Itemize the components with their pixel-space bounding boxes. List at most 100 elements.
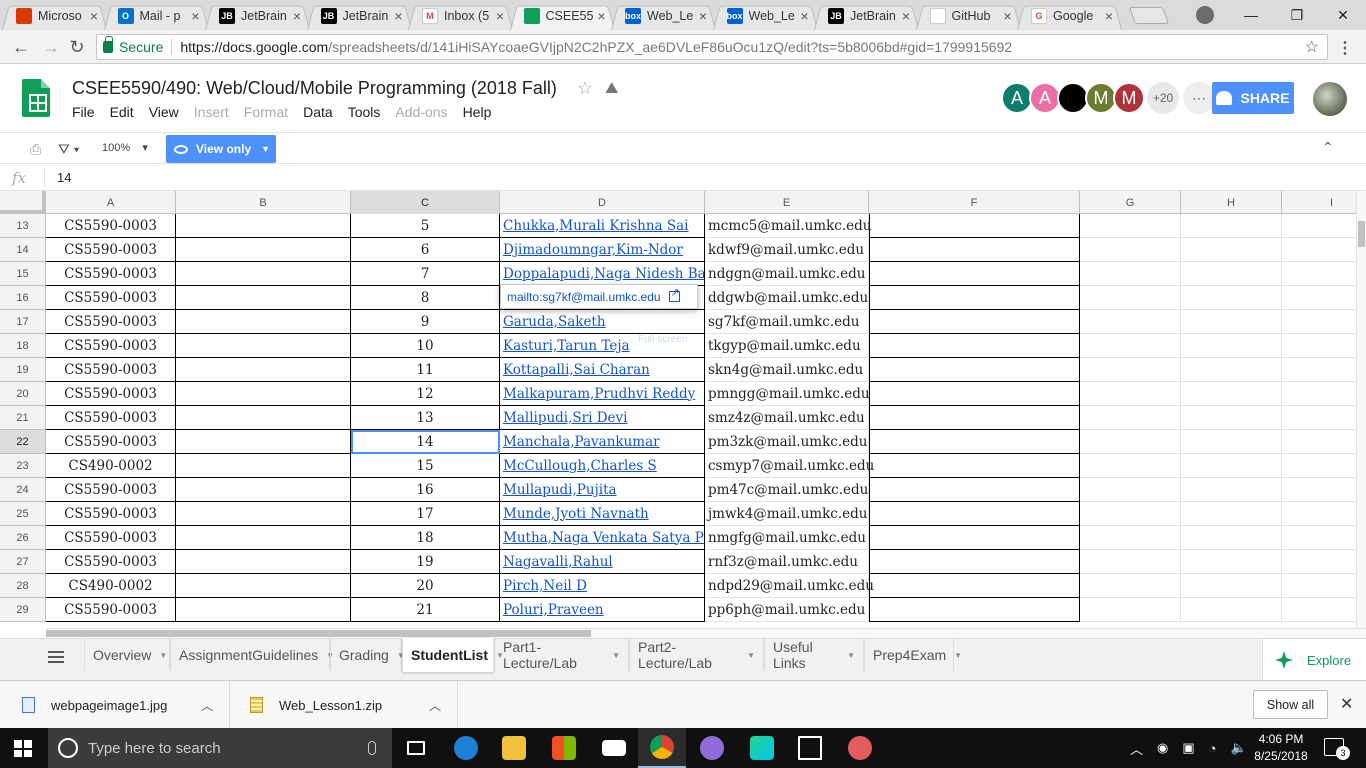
cell-section[interactable]: CS490-0002 (46, 454, 176, 478)
forward-icon[interactable]: → (40, 36, 62, 58)
column-header-f[interactable]: F (869, 191, 1080, 214)
horizontal-scroll-thumb[interactable] (46, 630, 591, 637)
row-header[interactable]: 16 (0, 286, 46, 310)
address-bar[interactable]: Secure https://docs.google.com/spreadshe… (96, 34, 1328, 60)
tab-close-icon[interactable]: × (595, 8, 609, 24)
show-hidden-icons-icon[interactable]: ︿ (1130, 739, 1143, 758)
cell-empty[interactable] (1282, 598, 1356, 622)
cell-empty[interactable] (176, 334, 351, 358)
cell-section[interactable]: CS5590-0003 (46, 286, 176, 310)
cell-empty[interactable] (1080, 262, 1181, 286)
row-header[interactable]: 14 (0, 238, 46, 262)
link-tooltip[interactable]: mailto:sg7kf@mail.umkc.edu (500, 284, 698, 309)
sheet-tab[interactable]: Overview ▼ (84, 639, 170, 671)
cell-section[interactable]: CS5590-0003 (46, 382, 176, 406)
column-header-e[interactable]: E (705, 191, 869, 214)
cell-empty[interactable] (869, 358, 1080, 382)
cell-student-name[interactable]: McCullough,Charles S (500, 454, 705, 478)
cell-empty[interactable] (1080, 526, 1181, 550)
cell-section[interactable]: CS5590-0003 (46, 310, 176, 334)
cell-email[interactable]: pp6ph@mail.umkc.edu (705, 598, 869, 622)
webstorm-icon[interactable] (738, 728, 786, 768)
menu-item-edit[interactable]: Edit (110, 104, 134, 120)
row-header[interactable]: 18 (0, 334, 46, 358)
cell-empty[interactable] (176, 478, 351, 502)
cell-empty[interactable] (1282, 478, 1356, 502)
cell-empty[interactable] (1282, 526, 1356, 550)
row-header[interactable]: 17 (0, 310, 46, 334)
cell-email[interactable]: pm3zk@mail.umkc.edu (705, 430, 869, 454)
cell-number[interactable]: 16 (351, 478, 500, 502)
explore-button[interactable]: Explore (1262, 639, 1366, 681)
cell-empty[interactable] (176, 502, 351, 526)
cell-student-name[interactable]: Poluri,Praveen (500, 598, 705, 622)
tab-close-icon[interactable]: × (1102, 8, 1116, 24)
zoom-select[interactable]: 100% ▾ (102, 141, 148, 154)
cell-empty[interactable] (1080, 550, 1181, 574)
cell-empty[interactable] (1080, 358, 1181, 382)
show-all-button[interactable]: Show all (1253, 690, 1328, 719)
reload-icon[interactable]: ↻ (66, 36, 88, 58)
browser-tab[interactable]: Microso × (2, 2, 107, 30)
sheet-tab[interactable]: Grading ▼ (330, 639, 405, 671)
row-header[interactable]: 26 (0, 526, 46, 550)
cell-section[interactable]: CS5590-0003 (46, 238, 176, 262)
cell-student-name[interactable]: Munde,Jyoti Navnath (500, 502, 705, 526)
cell-email[interactable]: csmyp7@mail.umkc.edu (705, 454, 874, 478)
browser-tab[interactable]: CSEE55 × (510, 2, 615, 30)
tab-close-icon[interactable]: × (189, 8, 203, 24)
cell-email[interactable]: skn4g@mail.umkc.edu (705, 358, 869, 382)
profile-icon[interactable] (1196, 6, 1214, 24)
cell-empty[interactable] (1282, 454, 1356, 478)
document-title[interactable]: CSEE5590/490: Web/Cloud/Mobile Programmi… (72, 78, 557, 99)
menu-item-tools[interactable]: Tools (348, 104, 381, 120)
cell-section[interactable]: CS5590-0003 (46, 334, 176, 358)
cell-empty[interactable] (176, 310, 351, 334)
sheet-tab[interactable]: AssignmentGuidelines ▼ (170, 639, 334, 671)
wifi-icon[interactable]: ◔ (1209, 741, 1217, 756)
mail-icon[interactable] (590, 728, 638, 768)
cell-number[interactable]: 15 (351, 454, 500, 478)
tab-close-icon[interactable]: × (493, 8, 507, 24)
cell-empty[interactable] (176, 550, 351, 574)
cell-empty[interactable] (1080, 334, 1181, 358)
cell-section[interactable]: CS5590-0003 (46, 598, 176, 622)
cell-empty[interactable] (176, 454, 351, 478)
cell-empty[interactable] (176, 262, 351, 286)
cell-empty[interactable] (1282, 286, 1356, 310)
cell-empty[interactable] (1080, 502, 1181, 526)
snipping-tool-icon[interactable] (836, 728, 884, 768)
row-header[interactable]: 13 (0, 214, 46, 238)
tab-close-icon[interactable]: × (899, 8, 913, 24)
cell-empty[interactable] (176, 358, 351, 382)
cell-email[interactable]: ddgwb@mail.umkc.edu (705, 286, 869, 310)
cell-student-name[interactable]: Manchala,Pavankumar (500, 430, 705, 454)
cell-student-name[interactable]: Kottapalli,Sai Charan (500, 358, 705, 382)
cell-empty[interactable] (176, 598, 351, 622)
cell-empty[interactable] (869, 502, 1080, 526)
cell-email[interactable]: sg7kf@mail.umkc.edu (705, 310, 869, 334)
browser-tab[interactable]: JB JetBrain × (814, 2, 919, 30)
row-header[interactable]: 28 (0, 574, 46, 598)
cell-empty[interactable] (1181, 358, 1282, 382)
cell-student-name[interactable]: Pirch,Neil D (500, 574, 705, 598)
cell-student-name[interactable]: Mutha,Naga Venkata Satya Pra (500, 526, 705, 550)
sheets-logo-icon[interactable] (22, 79, 50, 117)
clock[interactable]: 4:06 PM 8/25/2018 (1250, 731, 1312, 765)
menu-item-insert[interactable]: Insert (194, 104, 229, 120)
cell-email[interactable]: smz4z@mail.umkc.edu (705, 406, 869, 430)
comments-icon[interactable]: ⋯ (1183, 82, 1215, 114)
cell-student-name[interactable]: Malkapuram,Prudhvi Reddy (500, 382, 705, 406)
cell-empty[interactable] (1181, 526, 1282, 550)
cell-empty[interactable] (869, 262, 1080, 286)
cell-student-name[interactable]: Garuda,Saketh (500, 310, 705, 334)
cell-number[interactable]: 7 (351, 262, 500, 286)
collapse-menus-icon[interactable]: ⌃ (1322, 139, 1334, 156)
vertical-scroll-thumb[interactable] (1358, 221, 1365, 247)
row-header[interactable]: 24 (0, 478, 46, 502)
sheet-tab[interactable]: Part1-Lecture/Lab ▼ (494, 639, 629, 671)
menu-item-data[interactable]: Data (303, 104, 333, 120)
cell-email[interactable]: jmwk4@mail.umkc.edu (705, 502, 869, 526)
row-header[interactable]: 15 (0, 262, 46, 286)
cell-section[interactable]: CS5590-0003 (46, 478, 176, 502)
